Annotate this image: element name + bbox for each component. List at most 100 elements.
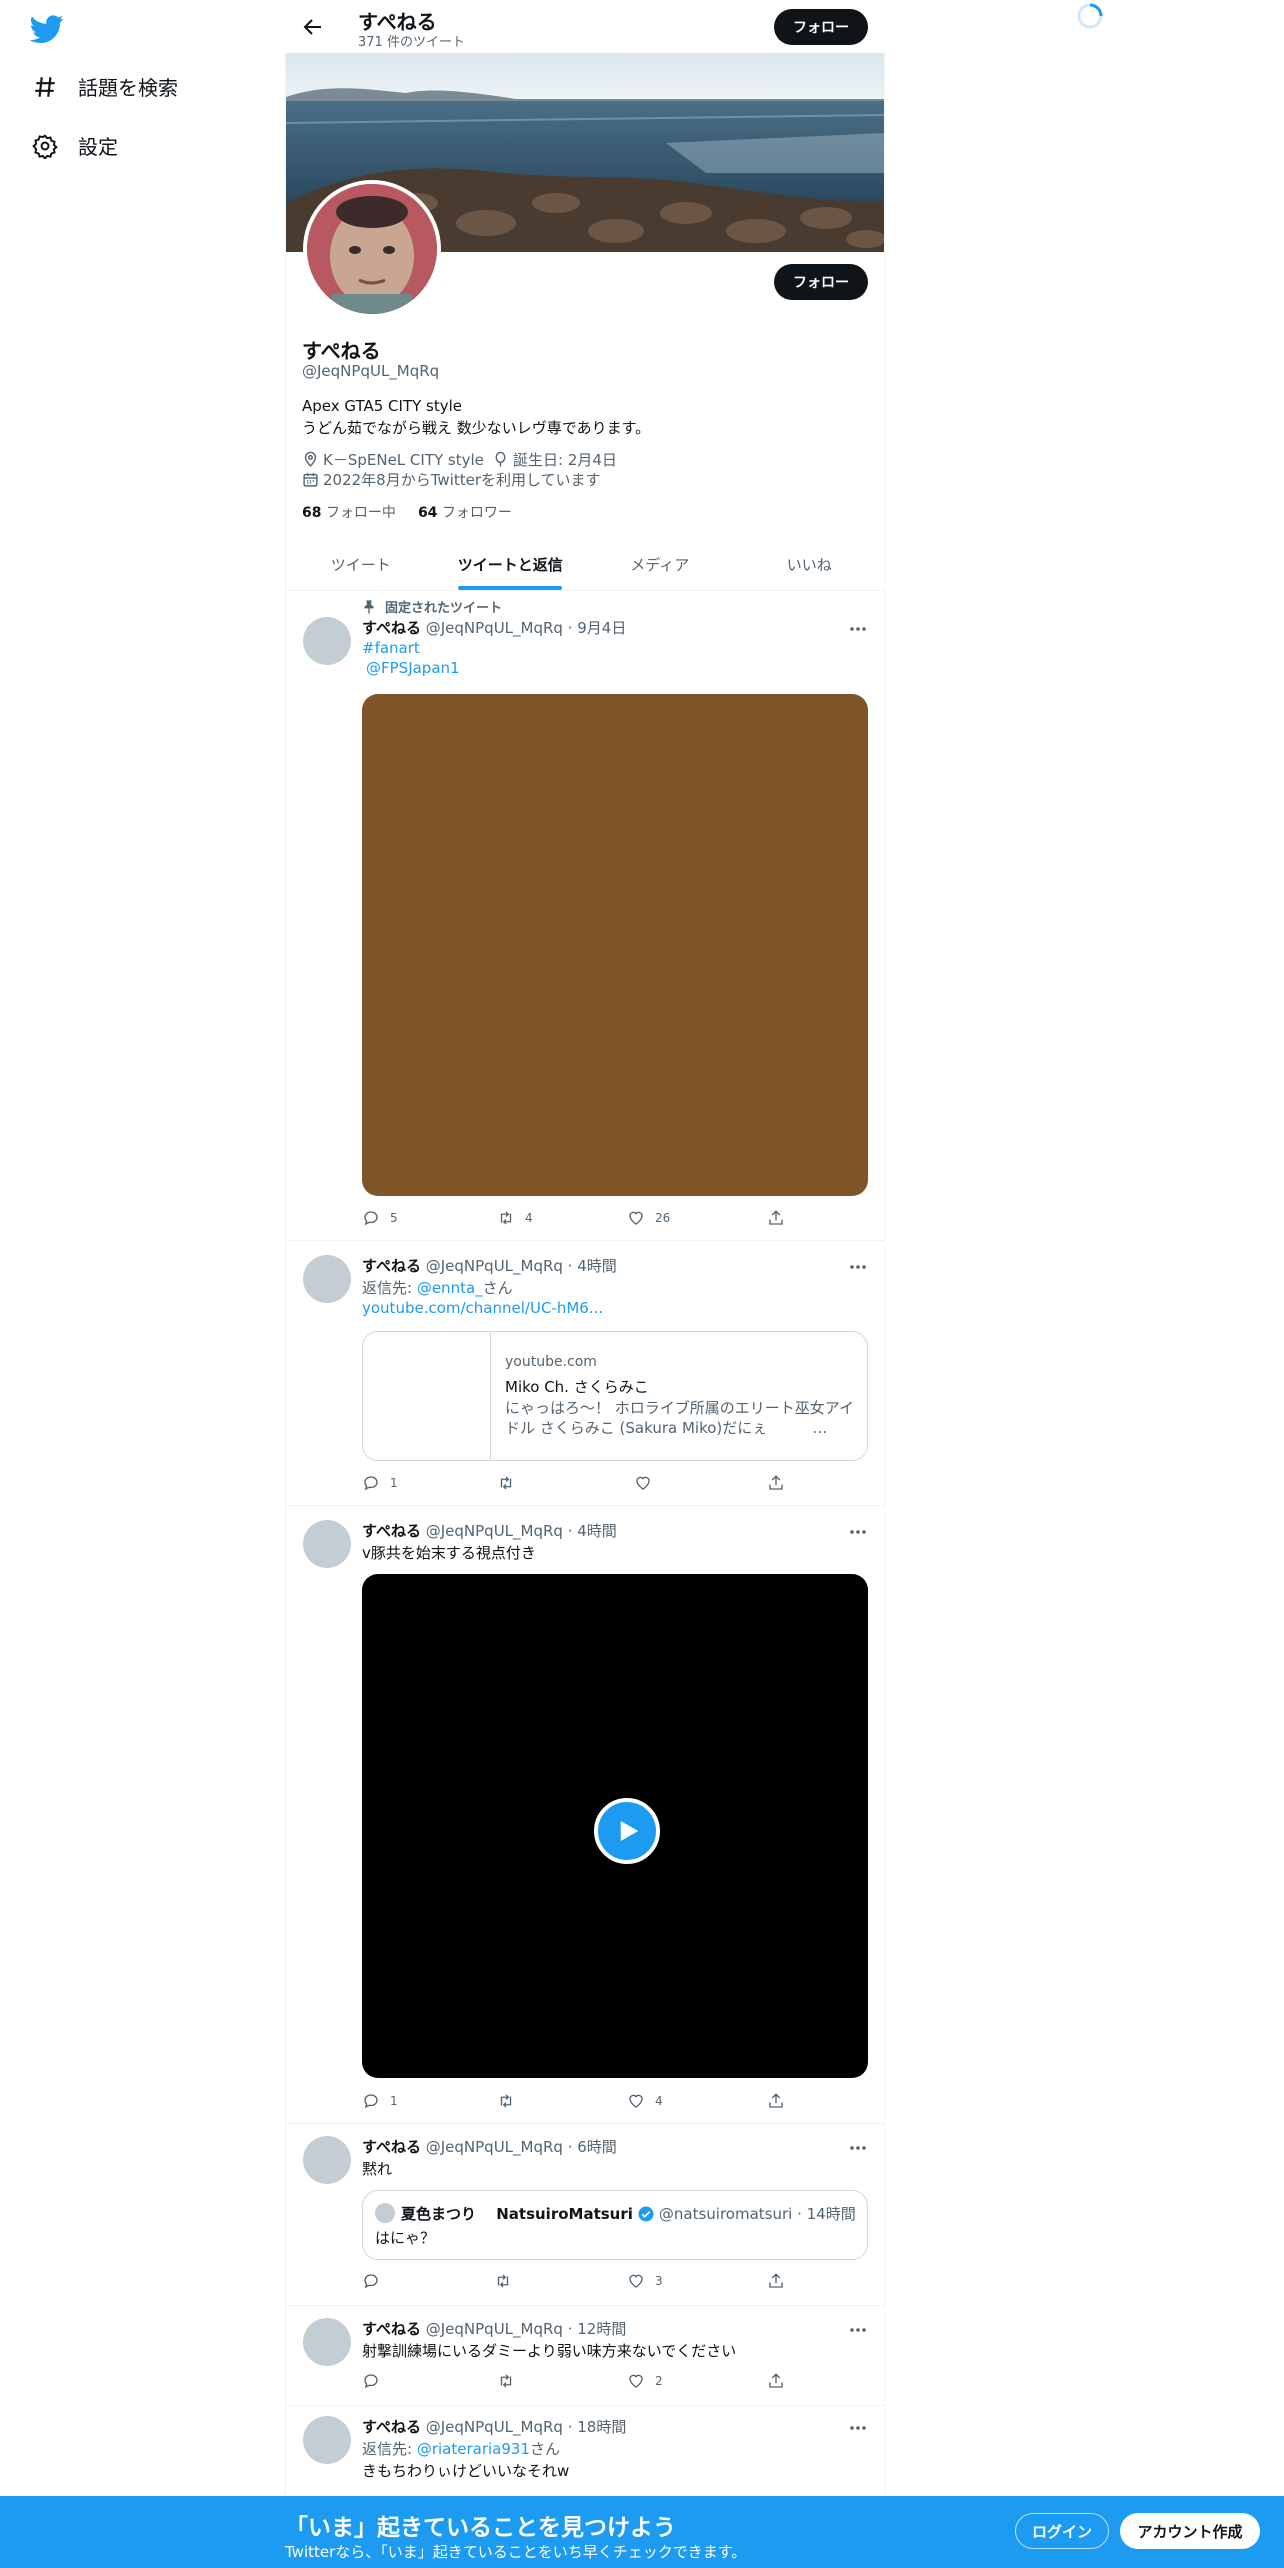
reply-to-link[interactable]: @ennta_ (417, 1279, 483, 1297)
more-icon[interactable] (848, 619, 868, 639)
tweet-url-link[interactable]: youtube.com/channel/UC-hM6... (362, 1299, 603, 1317)
tweet-author-name[interactable]: すぺねる (362, 2418, 421, 2436)
play-icon[interactable] (594, 1798, 660, 1864)
tweet-actions: 5 4 26 (362, 1209, 785, 1229)
like-count: 26 (655, 1211, 671, 1225)
tweet-meta[interactable]: @JeqNPqUL_MqRq · 9月4日 (426, 619, 627, 637)
heart-icon (627, 2372, 645, 2390)
retweet-icon (497, 1474, 515, 1492)
tweet-meta[interactable]: @JeqNPqUL_MqRq · 4時間 (426, 1257, 617, 1275)
retweet-icon (497, 2372, 515, 2390)
tweet-author-name[interactable]: すぺねる (362, 1257, 421, 1275)
quoted-meta: @natsuiromatsuri · 14時間 (658, 2205, 856, 2223)
reply-to-prefix: 返信先: (362, 2440, 417, 2458)
retweet-count: 4 (525, 1211, 533, 1225)
tweet-item[interactable]: すぺねる @JeqNPqUL_MqRq · 6時間 黙れ 夏色まつり Natsu… (286, 2124, 884, 2306)
share-icon (767, 2092, 785, 2110)
tweet-item[interactable]: すぺねる @JeqNPqUL_MqRq · 9月4日 #fanart @FPSJ… (286, 591, 884, 1241)
nav-explore[interactable]: 話題を検索 (32, 72, 178, 101)
tweet-author-name[interactable]: すぺねる (362, 2138, 421, 2156)
reply-count: 1 (390, 2094, 398, 2108)
quoted-avatar (375, 2203, 395, 2223)
tweet-author-name[interactable]: すぺねる (362, 1522, 421, 1540)
tweet-actions: 2 (362, 2372, 785, 2392)
tweet-meta[interactable]: @JeqNPqUL_MqRq · 12時間 (426, 2320, 627, 2338)
quoted-tweet[interactable]: 夏色まつり NatsuiroMatsuri @natsuiromatsuri ·… (362, 2190, 868, 2260)
tweet-text: 黙れ (362, 2160, 393, 2178)
share-button[interactable] (767, 1474, 785, 1492)
share-button[interactable] (767, 2092, 785, 2110)
hashtag-link[interactable]: #fanart (362, 639, 420, 657)
tab-likes[interactable]: いいね (735, 538, 885, 590)
calendar-icon (302, 471, 319, 488)
like-button[interactable]: 2 (627, 2372, 663, 2390)
tweet-avatar[interactable] (303, 2416, 351, 2464)
like-button[interactable]: 4 (627, 2092, 663, 2110)
following-link[interactable]: 68 フォロー中 (302, 502, 396, 522)
tweet-author-name[interactable]: すぺねる (362, 619, 421, 637)
quoted-author-name: 夏色まつり NatsuiroMatsuri (401, 2205, 633, 2223)
tweet-header: すぺねる @JeqNPqUL_MqRq · 18時間 (362, 2416, 626, 2437)
signup-button[interactable]: アカウント作成 (1120, 2513, 1260, 2549)
profile-avatar[interactable] (303, 180, 441, 318)
followers-link[interactable]: 64 フォロワー (418, 502, 512, 522)
more-icon[interactable] (848, 2418, 868, 2438)
reply-button[interactable]: 1 (362, 1474, 398, 1492)
more-icon[interactable] (848, 2138, 868, 2158)
tab-tweets-and-replies[interactable]: ツイートと返信 (436, 538, 586, 590)
nav-settings[interactable]: 設定 (32, 131, 118, 160)
reply-to-link[interactable]: @riateraria931 (417, 2440, 530, 2458)
retweet-button[interactable] (497, 1474, 515, 1492)
tweet-meta[interactable]: @JeqNPqUL_MqRq · 18時間 (426, 2418, 627, 2436)
like-button[interactable]: 26 (627, 1209, 670, 1227)
twitter-logo-icon[interactable] (30, 12, 64, 46)
login-button[interactable]: ログイン (1015, 2513, 1109, 2549)
tweet-author-name[interactable]: すぺねる (362, 2320, 421, 2338)
verified-badge-icon (637, 2205, 655, 2223)
tweet-avatar[interactable] (303, 1255, 351, 1303)
retweet-button[interactable] (494, 2272, 512, 2290)
gear-icon (32, 133, 58, 159)
tweet-text: きもちわりぃけどいいなそれw (362, 2462, 570, 2480)
link-card-title: Miko Ch. さくらみこ (505, 1378, 649, 1396)
retweet-button[interactable]: 4 (497, 1209, 533, 1227)
tweet-header: すぺねる @JeqNPqUL_MqRq · 6時間 (362, 2136, 617, 2157)
share-button[interactable] (767, 1209, 785, 1227)
reply-button[interactable]: 1 (362, 2092, 398, 2110)
mention-link[interactable]: @FPSJapan1 (366, 659, 460, 677)
more-icon[interactable] (848, 1257, 868, 1277)
tweet-meta[interactable]: @JeqNPqUL_MqRq · 4時間 (426, 1522, 617, 1540)
tab-media[interactable]: メディア (585, 538, 735, 590)
reply-button[interactable] (362, 2272, 380, 2290)
link-card[interactable]: youtube.com Miko Ch. さくらみこ にゃっはろ～！ ホロライブ… (362, 1331, 868, 1461)
tweet-item[interactable]: すぺねる @JeqNPqUL_MqRq · 4時間 v豚共を始末する視点付き 1… (286, 1506, 884, 2124)
reply-button[interactable] (362, 2372, 380, 2390)
tweet-item[interactable]: すぺねる @JeqNPqUL_MqRq · 12時間 射撃訓練場にいるダミーより… (286, 2306, 884, 2406)
header-follow-button[interactable]: フォロー (774, 9, 868, 45)
tweet-image[interactable] (362, 694, 868, 1196)
share-button[interactable] (767, 2272, 785, 2290)
tweet-actions: 3 (362, 2272, 785, 2292)
loading-spinner-icon (1076, 2, 1104, 30)
retweet-button[interactable] (497, 2372, 515, 2390)
more-icon[interactable] (848, 2320, 868, 2340)
retweet-button[interactable] (497, 2092, 515, 2110)
tweet-video[interactable] (362, 1574, 868, 2078)
reply-icon (362, 2272, 380, 2290)
tweet-avatar[interactable] (303, 617, 351, 665)
share-button[interactable] (767, 2372, 785, 2390)
tweet-meta[interactable]: @JeqNPqUL_MqRq · 6時間 (426, 2138, 617, 2156)
tweet-text: 射撃訓練場にいるダミーより弱い味方来ないでください (362, 2342, 737, 2360)
back-arrow-icon[interactable] (301, 15, 325, 39)
tweet-avatar[interactable] (303, 2136, 351, 2184)
tweet-item[interactable]: すぺねる @JeqNPqUL_MqRq · 4時間 返信先: @ennta_さん… (286, 1241, 884, 1506)
like-button[interactable]: 3 (627, 2272, 663, 2290)
more-icon[interactable] (848, 1522, 868, 1542)
like-button[interactable] (634, 1474, 652, 1492)
reply-button[interactable]: 5 (362, 1209, 398, 1227)
tab-tweets[interactable]: ツイート (286, 538, 436, 590)
tweet-avatar[interactable] (303, 2318, 351, 2366)
following-label: フォロー中 (325, 505, 396, 521)
tweet-avatar[interactable] (303, 1520, 351, 1568)
profile-follow-button[interactable]: フォロー (774, 264, 868, 300)
